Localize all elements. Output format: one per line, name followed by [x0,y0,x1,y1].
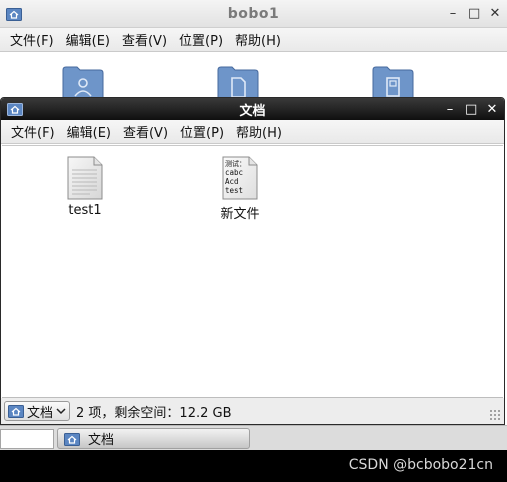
file-icon-view[interactable]: test1 测试： cabc Acd test 新文件 [2,145,503,398]
location-select[interactable]: 文档 [4,401,71,421]
menu-places[interactable]: 位置(P) [174,122,230,141]
home-folder-icon [5,6,23,22]
menu-edit[interactable]: 编辑(E) [61,122,117,141]
file-item-new-file[interactable]: 测试： cabc Acd test 新文件 [200,156,280,222]
documents-window-menubar: 文件(F) 编辑(E) 查看(V) 位置(P) 帮助(H) [1,120,504,144]
menu-edit[interactable]: 编辑(E) [60,30,116,49]
home-folder-icon [64,432,80,446]
minimize-icon[interactable]: – [447,7,459,20]
documents-window: 文档 – □ ✕ 文件(F) 编辑(E) 查看(V) 位置(P) 帮助(H) t… [0,97,505,425]
location-label: 文档 [27,405,54,421]
status-text: 2 项，剩余空间：12.2 GB [76,405,232,421]
statusbar: 文档 2 项，剩余空间：12.2 GB [1,398,504,424]
menu-view[interactable]: 查看(V) [117,122,174,141]
text-file-icon [67,156,103,200]
home-folder-icon [8,405,24,418]
text-file-preview-icon: 测试： cabc Acd test [222,156,258,200]
file-label: test1 [68,203,102,218]
menu-places[interactable]: 位置(P) [173,30,229,49]
documents-window-titlebar[interactable]: 文档 – □ ✕ [1,98,504,120]
taskbar-button-documents[interactable]: 文档 [57,428,250,449]
chevron-down-icon [56,408,66,415]
minimize-icon[interactable]: – [444,103,456,116]
file-label: 新文件 [220,207,260,222]
watermark-text: CSDN @bcbobo21cn [348,457,493,473]
file-item-test1[interactable]: test1 [45,156,125,218]
maximize-icon[interactable]: □ [465,103,477,116]
close-icon[interactable]: ✕ [486,103,498,116]
menu-help[interactable]: 帮助(H) [229,30,287,49]
close-icon[interactable]: ✕ [489,7,501,20]
home-folder-icon [6,101,24,117]
taskbar: 文档 [0,425,507,450]
back-window-titlebar[interactable]: bobo1 – □ ✕ [0,0,507,28]
back-window-menubar: 文件(F) 编辑(E) 查看(V) 位置(P) 帮助(H) [0,28,507,52]
menu-file[interactable]: 文件(F) [4,30,60,49]
preview-line: Acd [225,177,239,186]
preview-line: cabc [225,168,243,177]
bottom-strip: CSDN @bcbobo21cn [0,450,507,482]
preview-line: test [225,186,243,195]
menu-view[interactable]: 查看(V) [116,30,173,49]
resize-grip-icon[interactable] [489,409,501,421]
documents-folder-icon[interactable] [217,64,259,100]
taskbar-button-label: 文档 [88,433,115,448]
back-window-title: bobo1 [227,5,280,22]
maximize-icon[interactable]: □ [468,7,480,20]
preview-line: 测试： [225,159,246,168]
user-folder-icon[interactable] [62,64,104,100]
back-window-icon-view [0,54,507,100]
menu-file[interactable]: 文件(F) [5,122,61,141]
taskbar-blank-area[interactable] [0,429,54,449]
menu-help[interactable]: 帮助(H) [230,122,288,141]
back-window: bobo1 – □ ✕ 文件(F) 编辑(E) 查看(V) 位置(P) 帮助(H… [0,0,507,100]
music-folder-icon[interactable] [372,64,414,100]
documents-window-title: 文档 [239,103,266,119]
